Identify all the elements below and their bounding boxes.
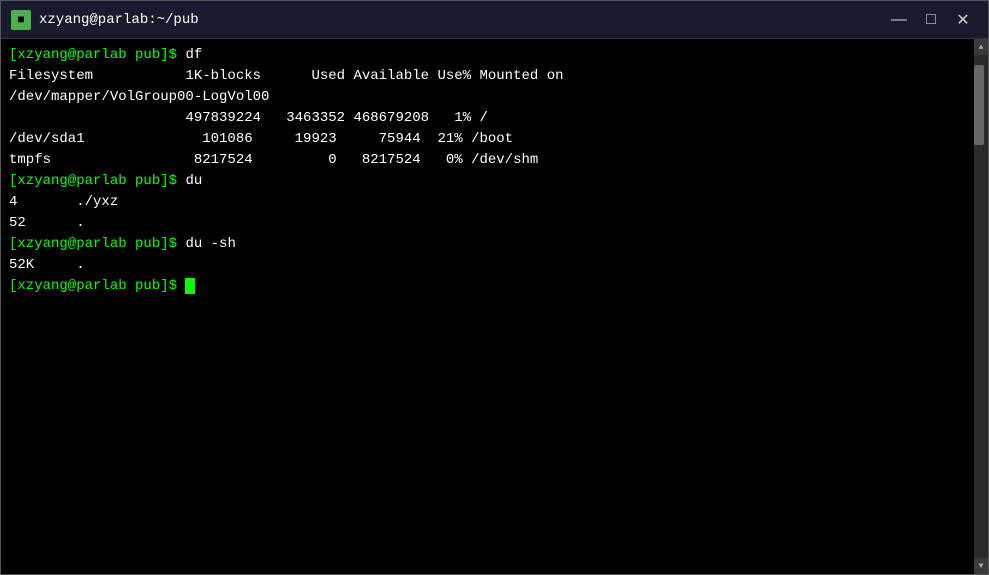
scrollbar-down-arrow[interactable]: ▼ xyxy=(974,558,988,574)
window-title: xzyang@parlab:~/pub xyxy=(39,12,884,28)
cursor xyxy=(185,278,195,294)
prompt-3: [xzyang@parlab pub]$ xyxy=(9,236,185,252)
output-df-sda1: /dev/sda1 101086 19923 75944 21% /boot xyxy=(9,131,513,147)
icon-symbol: ■ xyxy=(17,13,24,27)
output-df-volgroup-name: /dev/mapper/VolGroup00-LogVol00 xyxy=(9,89,269,105)
output-df-tmpfs: tmpfs 8217524 0 8217524 0% /dev/shm xyxy=(9,152,538,168)
output-df-header: Filesystem 1K-blocks Used Available Use%… xyxy=(9,68,564,84)
prompt-1: [xzyang@parlab pub]$ xyxy=(9,47,185,63)
scrollbar: ▲ ▼ xyxy=(974,39,988,574)
maximize-button[interactable]: □ xyxy=(916,6,946,34)
output-du-1: 4 ./yxz xyxy=(9,194,118,210)
output-df-volgroup-data: 497839224 3463352 468679208 1% / xyxy=(9,110,488,126)
terminal-content[interactable]: [xzyang@parlab pub]$ df Filesystem 1K-bl… xyxy=(1,39,974,574)
window-controls: — □ ✕ xyxy=(884,6,978,34)
terminal-window: ■ xzyang@parlab:~/pub — □ ✕ [xzyang@parl… xyxy=(0,0,989,575)
output-du-sh: 52K . xyxy=(9,257,85,273)
close-button[interactable]: ✕ xyxy=(948,6,978,34)
output-du-2: 52 . xyxy=(9,215,85,231)
app-icon: ■ xyxy=(11,10,31,30)
minimize-button[interactable]: — xyxy=(884,6,914,34)
prompt-4: [xzyang@parlab pub]$ xyxy=(9,278,185,294)
cmd-3: du -sh xyxy=(185,236,235,252)
prompt-2: [xzyang@parlab pub]$ xyxy=(9,173,185,189)
scrollbar-up-arrow[interactable]: ▲ xyxy=(974,39,988,55)
terminal-body: [xzyang@parlab pub]$ df Filesystem 1K-bl… xyxy=(1,39,988,574)
cmd-1: df xyxy=(185,47,202,63)
cmd-2: du xyxy=(185,173,202,189)
terminal-output: [xzyang@parlab pub]$ df Filesystem 1K-bl… xyxy=(9,45,966,297)
scrollbar-thumb[interactable] xyxy=(974,65,984,145)
titlebar: ■ xzyang@parlab:~/pub — □ ✕ xyxy=(1,1,988,39)
